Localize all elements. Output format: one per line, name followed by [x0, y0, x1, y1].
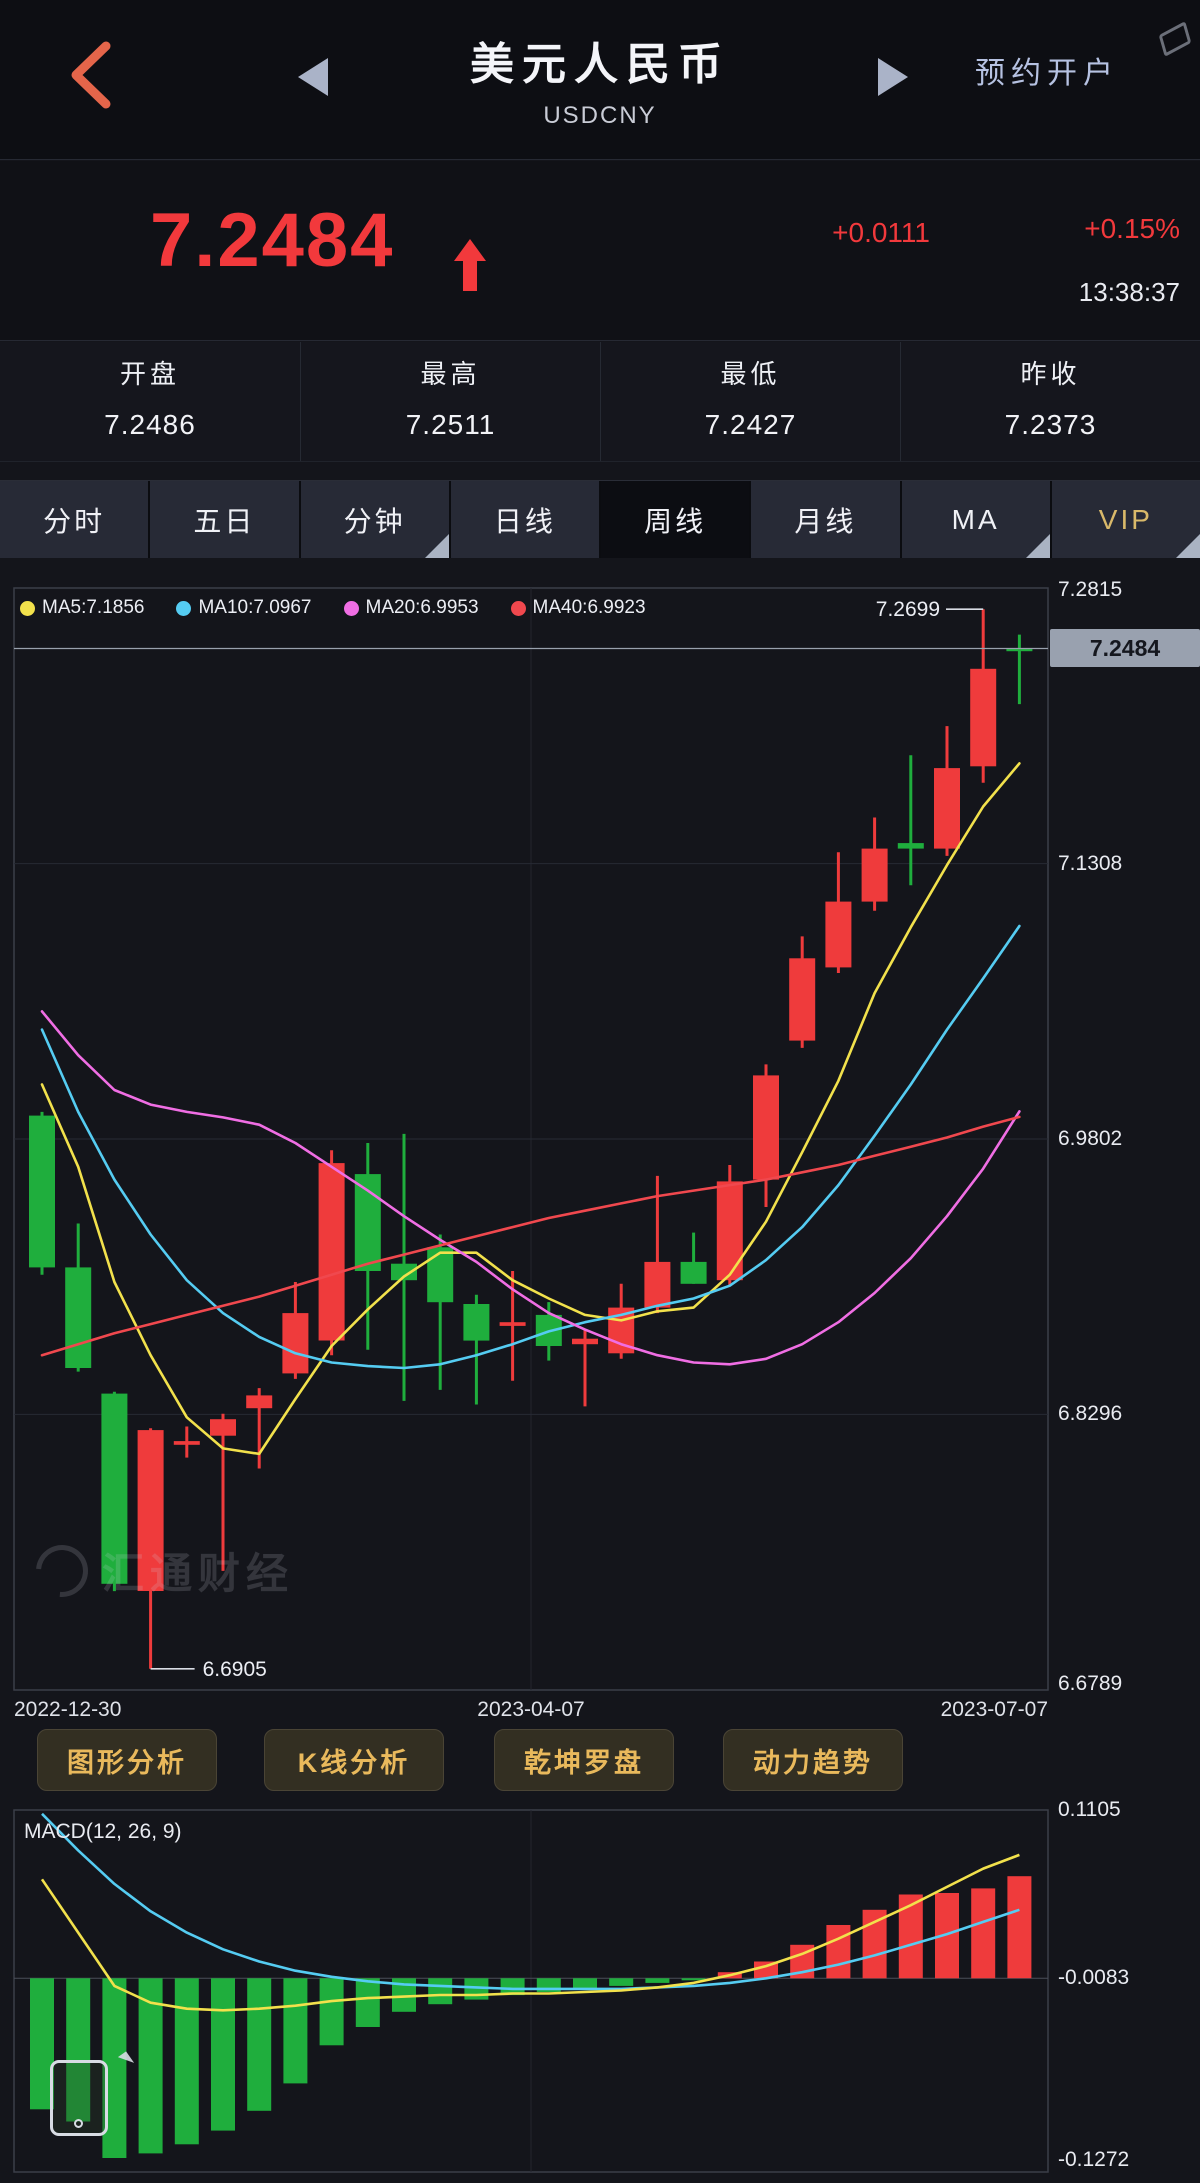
- y-axis-label: 7.2815: [1058, 578, 1198, 602]
- stat-high-value: 7.2511: [301, 409, 600, 441]
- legend-ma40-label: MA40:6.9923: [533, 597, 646, 619]
- analysis-button-kline[interactable]: K线分析: [264, 1729, 444, 1791]
- stat-open-value: 7.2486: [0, 409, 300, 441]
- svg-text:6.6905: 6.6905: [203, 1658, 267, 1681]
- ma10-dot-icon: [176, 601, 191, 616]
- header: 美元人民币 USDCNY 预约开户: [0, 0, 1200, 160]
- next-symbol-icon[interactable]: [878, 58, 908, 96]
- ma20-dot-icon: [344, 601, 359, 616]
- macd-title: MACD(12, 26, 9): [24, 1820, 182, 1844]
- analysis-button-pattern[interactable]: 图形分析: [37, 1729, 217, 1791]
- watermark: 汇通财经: [36, 1540, 294, 1601]
- prev-symbol-icon[interactable]: [298, 58, 328, 96]
- tab-daily[interactable]: 日线: [451, 481, 599, 558]
- y-axis-label: 6.9802: [1058, 1127, 1198, 1151]
- macd-y-label: -0.0083: [1058, 1966, 1198, 1990]
- period-tab-bar: 分时 五日 分钟 日线 周线 月线 MA VIP: [0, 480, 1200, 558]
- tab-label: 周线: [644, 500, 706, 540]
- x-axis-label-mid: 2023-04-07: [477, 1698, 584, 1722]
- legend-ma10-label: MA10:7.0967: [198, 597, 311, 619]
- y-axis-label: 6.6789: [1058, 1672, 1198, 1696]
- stat-prev-close-label: 昨收: [901, 354, 1200, 391]
- y-axis-label: 7.1308: [1058, 852, 1198, 876]
- y-axis-label: 6.8296: [1058, 1402, 1198, 1426]
- phone-home-dot-icon: [74, 2119, 83, 2128]
- analysis-button-momentum[interactable]: 动力趋势: [723, 1729, 903, 1791]
- x-axis-label-end: 2023-07-07: [941, 1698, 1048, 1722]
- tab-vip[interactable]: VIP: [1052, 481, 1200, 558]
- macd-chart[interactable]: [0, 1798, 1060, 2183]
- watermark-text: 汇通财经: [102, 1540, 294, 1601]
- stat-open: 开盘 7.2486: [0, 342, 300, 461]
- tab-corner-icon: [1176, 534, 1200, 558]
- tab-label: VIP: [1099, 504, 1153, 536]
- tab-5day[interactable]: 五日: [150, 481, 298, 558]
- current-price-tag: 7.2484: [1050, 629, 1200, 667]
- stat-low-value: 7.2427: [601, 409, 900, 441]
- tab-label: 日线: [494, 500, 556, 540]
- ma5-dot-icon: [20, 601, 35, 616]
- tab-monthly[interactable]: 月线: [751, 481, 899, 558]
- legend-ma5: MA5:7.1856: [20, 597, 144, 619]
- x-axis-label-start: 2022-12-30: [14, 1698, 121, 1722]
- screenshot-float-icon[interactable]: [50, 2060, 108, 2136]
- tab-corner-icon: [1026, 534, 1050, 558]
- ma-legend: MA5:7.1856 MA10:7.0967 MA20:6.9953 MA40:…: [20, 597, 646, 619]
- tab-weekly[interactable]: 周线: [601, 481, 749, 558]
- app-screen: 美元人民币 USDCNY 预约开户 7.2484 +0.0111 +0.15% …: [0, 0, 1200, 2183]
- tab-minute[interactable]: 分钟: [301, 481, 449, 558]
- analysis-button-compass[interactable]: 乾坤罗盘: [494, 1729, 674, 1791]
- legend-ma5-label: MA5:7.1856: [42, 597, 144, 619]
- tab-label: 月线: [794, 500, 856, 540]
- legend-ma20: MA20:6.9953: [344, 597, 479, 619]
- legend-ma40: MA40:6.9923: [511, 597, 646, 619]
- quote-panel: 7.2484 +0.0111 +0.15% 13:38:37: [0, 161, 1200, 341]
- analysis-button-row: 图形分析 K线分析 乾坤罗盘 动力趋势: [0, 1729, 1200, 1793]
- tab-ma[interactable]: MA: [902, 481, 1050, 558]
- price-change: +0.0111: [700, 217, 930, 249]
- stat-prev-close: 昨收 7.2373: [900, 342, 1200, 461]
- last-price: 7.2484: [150, 197, 394, 284]
- svg-text:7.2699: 7.2699: [876, 598, 940, 621]
- ma40-dot-icon: [511, 601, 526, 616]
- stat-prev-close-value: 7.2373: [901, 409, 1200, 441]
- price-change-percent: +0.15%: [1040, 213, 1180, 245]
- tab-label: 分时: [43, 500, 105, 540]
- tab-label: 分钟: [344, 500, 406, 540]
- stats-row: 开盘 7.2486 最高 7.2511 最低 7.2427 昨收 7.2373: [0, 342, 1200, 462]
- watermark-logo-icon: [25, 1534, 98, 1607]
- back-icon[interactable]: [62, 40, 122, 110]
- stat-low-label: 最低: [601, 354, 900, 391]
- stat-open-label: 开盘: [0, 354, 300, 391]
- stat-high-label: 最高: [301, 354, 600, 391]
- legend-ma10: MA10:7.0967: [176, 597, 311, 619]
- macd-y-label: 0.1105: [1058, 1798, 1198, 1822]
- stat-high: 最高 7.2511: [300, 342, 600, 461]
- tab-corner-icon: [425, 534, 449, 558]
- legend-ma20-label: MA20:6.9953: [366, 597, 479, 619]
- kline-chart[interactable]: 7.2699 6.6905: [0, 578, 1060, 1698]
- macd-y-label: -0.1272: [1058, 2148, 1198, 2172]
- tab-label: 五日: [193, 500, 255, 540]
- symbol-code: USDCNY: [420, 102, 780, 130]
- page-title: 美元人民币: [420, 28, 780, 92]
- quote-time: 13:38:37: [1000, 277, 1180, 308]
- price-up-arrow-icon: [452, 239, 488, 296]
- tab-realtime[interactable]: 分时: [0, 481, 148, 558]
- tab-label: MA: [952, 504, 1000, 536]
- stat-low: 最低 7.2427: [600, 342, 900, 461]
